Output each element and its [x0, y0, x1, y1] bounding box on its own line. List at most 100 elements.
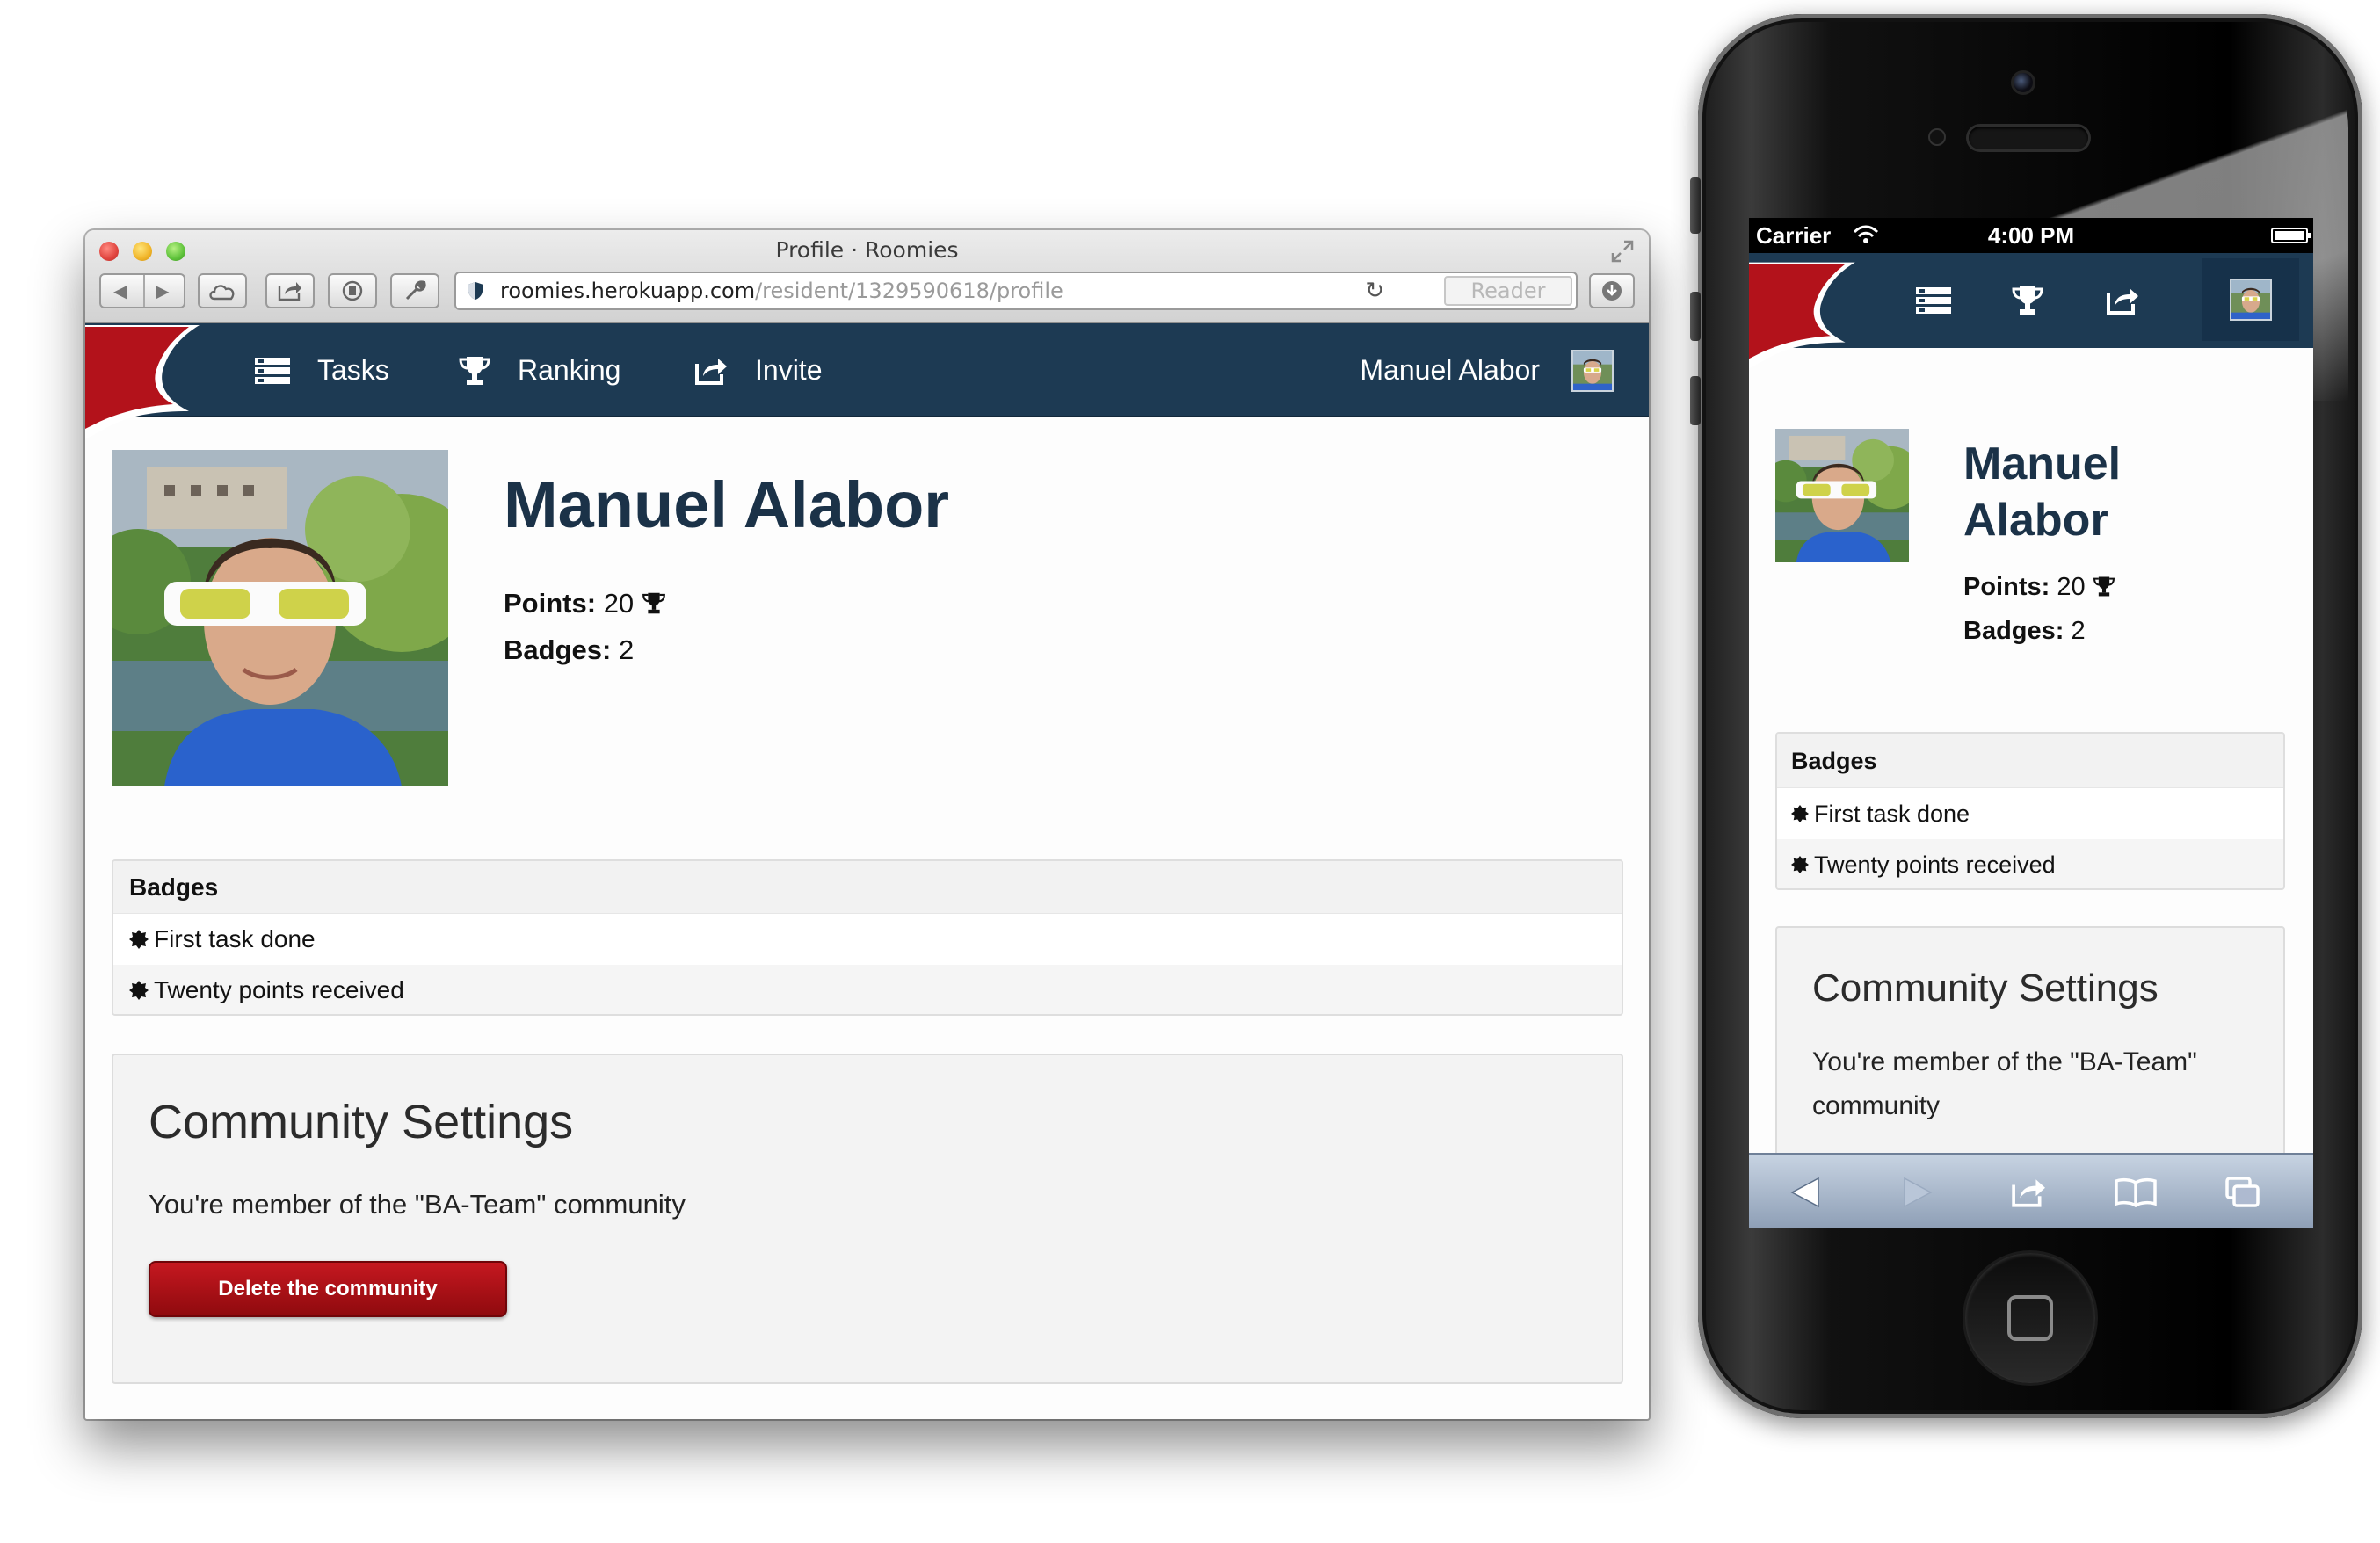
url-path: /resident/1329590618/profile — [755, 279, 1063, 303]
share-icon — [2012, 1179, 2045, 1207]
badge-icon — [129, 980, 149, 1000]
security-shield-icon — [468, 282, 483, 300]
tasks-icon — [1916, 287, 1951, 314]
reload-icon[interactable]: ↻ — [1365, 273, 1384, 308]
status-time: 4:00 PM — [1987, 222, 2075, 249]
roomies-logo-flag[interactable] — [1749, 258, 1863, 373]
table-row: First task done — [1777, 788, 2283, 839]
top-sites-icon — [342, 280, 363, 301]
phone-screen: Carrier 4:00 PM Manuel Alabor Points: 20… — [1749, 218, 2313, 1228]
points-value: 20 — [2057, 573, 2086, 601]
badges-stat: Badges: 2 — [504, 634, 634, 666]
profile-photo — [1775, 429, 1909, 562]
bookmarks-button[interactable] — [2101, 1155, 2171, 1228]
mobile-badges-table: Badges First task done Twenty points rec… — [1775, 732, 2285, 890]
nav-tasks-label: Tasks — [317, 354, 389, 386]
mobile-nav-invite[interactable] — [2096, 253, 2149, 348]
badges-value: 2 — [618, 634, 635, 665]
back-arrow-icon[interactable]: ◀ — [113, 280, 127, 302]
icloud-tabs-button[interactable] — [198, 273, 247, 308]
nav-tasks[interactable]: Tasks — [254, 323, 389, 417]
forward-arrow-icon[interactable]: ▶ — [156, 280, 169, 302]
share-button[interactable] — [1993, 1155, 2064, 1228]
tools-button[interactable] — [390, 273, 439, 308]
tabs-icon — [2225, 1177, 2260, 1207]
url-host: roomies.herokuapp.com — [500, 279, 756, 303]
proximity-sensor — [1928, 128, 1946, 146]
community-settings-panel: Community Settings You're member of the … — [112, 1054, 1623, 1384]
mobile-nav-tasks[interactable] — [1907, 253, 1960, 348]
share-icon — [693, 355, 729, 387]
badge-twenty-points: Twenty points received — [1814, 851, 2056, 878]
points-stat: Points: 20 — [504, 588, 666, 619]
downloads-button[interactable] — [1589, 273, 1635, 308]
nav-invite-label: Invite — [755, 354, 823, 386]
status-bar: Carrier 4:00 PM — [1749, 218, 2313, 253]
wrench-icon — [405, 280, 426, 301]
profile-photo — [112, 450, 448, 786]
community-membership-text: You're member of the "BA-Team" community — [149, 1189, 686, 1220]
mobile-nav-ranking[interactable] — [2001, 253, 2054, 348]
home-button[interactable] — [1965, 1253, 2095, 1383]
nav-ranking-label: Ranking — [518, 354, 621, 386]
delete-community-button[interactable]: Delete the community — [149, 1261, 507, 1317]
table-row: First task done — [113, 914, 1622, 965]
url-text: roomies.herokuapp.com/resident/132959061… — [500, 273, 1063, 308]
mobile-points-stat: Points: 20 — [1963, 573, 2115, 602]
forward-arrow-icon — [1904, 1177, 1933, 1208]
badges-table-header: Badges — [1777, 734, 2283, 788]
badge-icon — [129, 929, 149, 949]
fullscreen-icon[interactable] — [1610, 239, 1635, 264]
back-arrow-icon — [1790, 1177, 1819, 1208]
trophy-icon — [2012, 286, 2043, 315]
mute-switch — [1690, 177, 1701, 234]
address-bar[interactable]: roomies.herokuapp.com/resident/132959061… — [454, 272, 1578, 310]
mobile-badges-stat: Badges: 2 — [1963, 617, 2086, 646]
badges-value: 2 — [2071, 617, 2086, 645]
window-title: Profile · Roomies — [775, 237, 959, 263]
desktop-browser-window: Profile · Roomies ◀ ▶ roomies.herokuapp.… — [85, 230, 1649, 1419]
table-row: Twenty points received — [1777, 839, 2283, 888]
nav-user-menu[interactable]: Manuel Alabor — [1360, 323, 1614, 417]
nav-ranking[interactable]: Ranking — [458, 323, 620, 417]
badges-label: Badges: — [504, 634, 612, 665]
iphone-device: Carrier 4:00 PM Manuel Alabor Points: 20… — [1690, 14, 2362, 1418]
tasks-icon — [254, 356, 291, 386]
share-icon — [2107, 288, 2138, 315]
back-button[interactable] — [1770, 1155, 1840, 1228]
community-settings-title: Community Settings — [1812, 967, 2159, 1010]
badge-icon — [1791, 804, 1809, 822]
cloud-icon — [209, 285, 235, 301]
nav-invite[interactable]: Invite — [693, 323, 822, 417]
forward-button[interactable] — [1883, 1155, 1953, 1228]
volume-up-button — [1690, 292, 1701, 341]
mobile-profile-name: Manuel Alabor — [1963, 436, 2297, 548]
badge-icon — [1791, 855, 1809, 873]
user-avatar — [1571, 349, 1614, 392]
points-label: Points: — [504, 588, 597, 619]
user-avatar — [2230, 279, 2272, 321]
earpiece-speaker — [1969, 127, 2088, 149]
badges-table-header: Badges — [113, 861, 1622, 914]
browser-toolbar: Profile · Roomies ◀ ▶ roomies.herokuapp.… — [85, 230, 1649, 323]
mobile-nav-user[interactable] — [2202, 258, 2299, 341]
roomies-logo-flag[interactable] — [85, 325, 208, 439]
back-forward-buttons[interactable]: ◀ ▶ — [99, 273, 185, 308]
badge-first-task: First task done — [1814, 800, 1970, 827]
trophy-icon — [458, 355, 491, 387]
battery-icon — [2271, 228, 2311, 243]
front-camera — [2011, 70, 2035, 95]
profile-name-last: Alabor — [1963, 495, 2108, 546]
tabs-button[interactable] — [2208, 1155, 2278, 1228]
reader-button[interactable]: Reader — [1444, 276, 1572, 306]
table-row: Twenty points received — [113, 965, 1622, 1014]
badge-first-task: First task done — [154, 925, 316, 953]
community-settings-title: Community Settings — [149, 1096, 574, 1148]
top-sites-button[interactable] — [328, 273, 377, 308]
trophy-icon — [2093, 576, 2115, 597]
badges-label: Badges: — [1963, 617, 2064, 645]
volume-down-button — [1690, 376, 1701, 425]
profile-name: Manuel Alabor — [504, 468, 950, 541]
community-membership-text: You're member of the "BA-Team" community — [1812, 1047, 2197, 1120]
share-button[interactable] — [265, 273, 315, 308]
